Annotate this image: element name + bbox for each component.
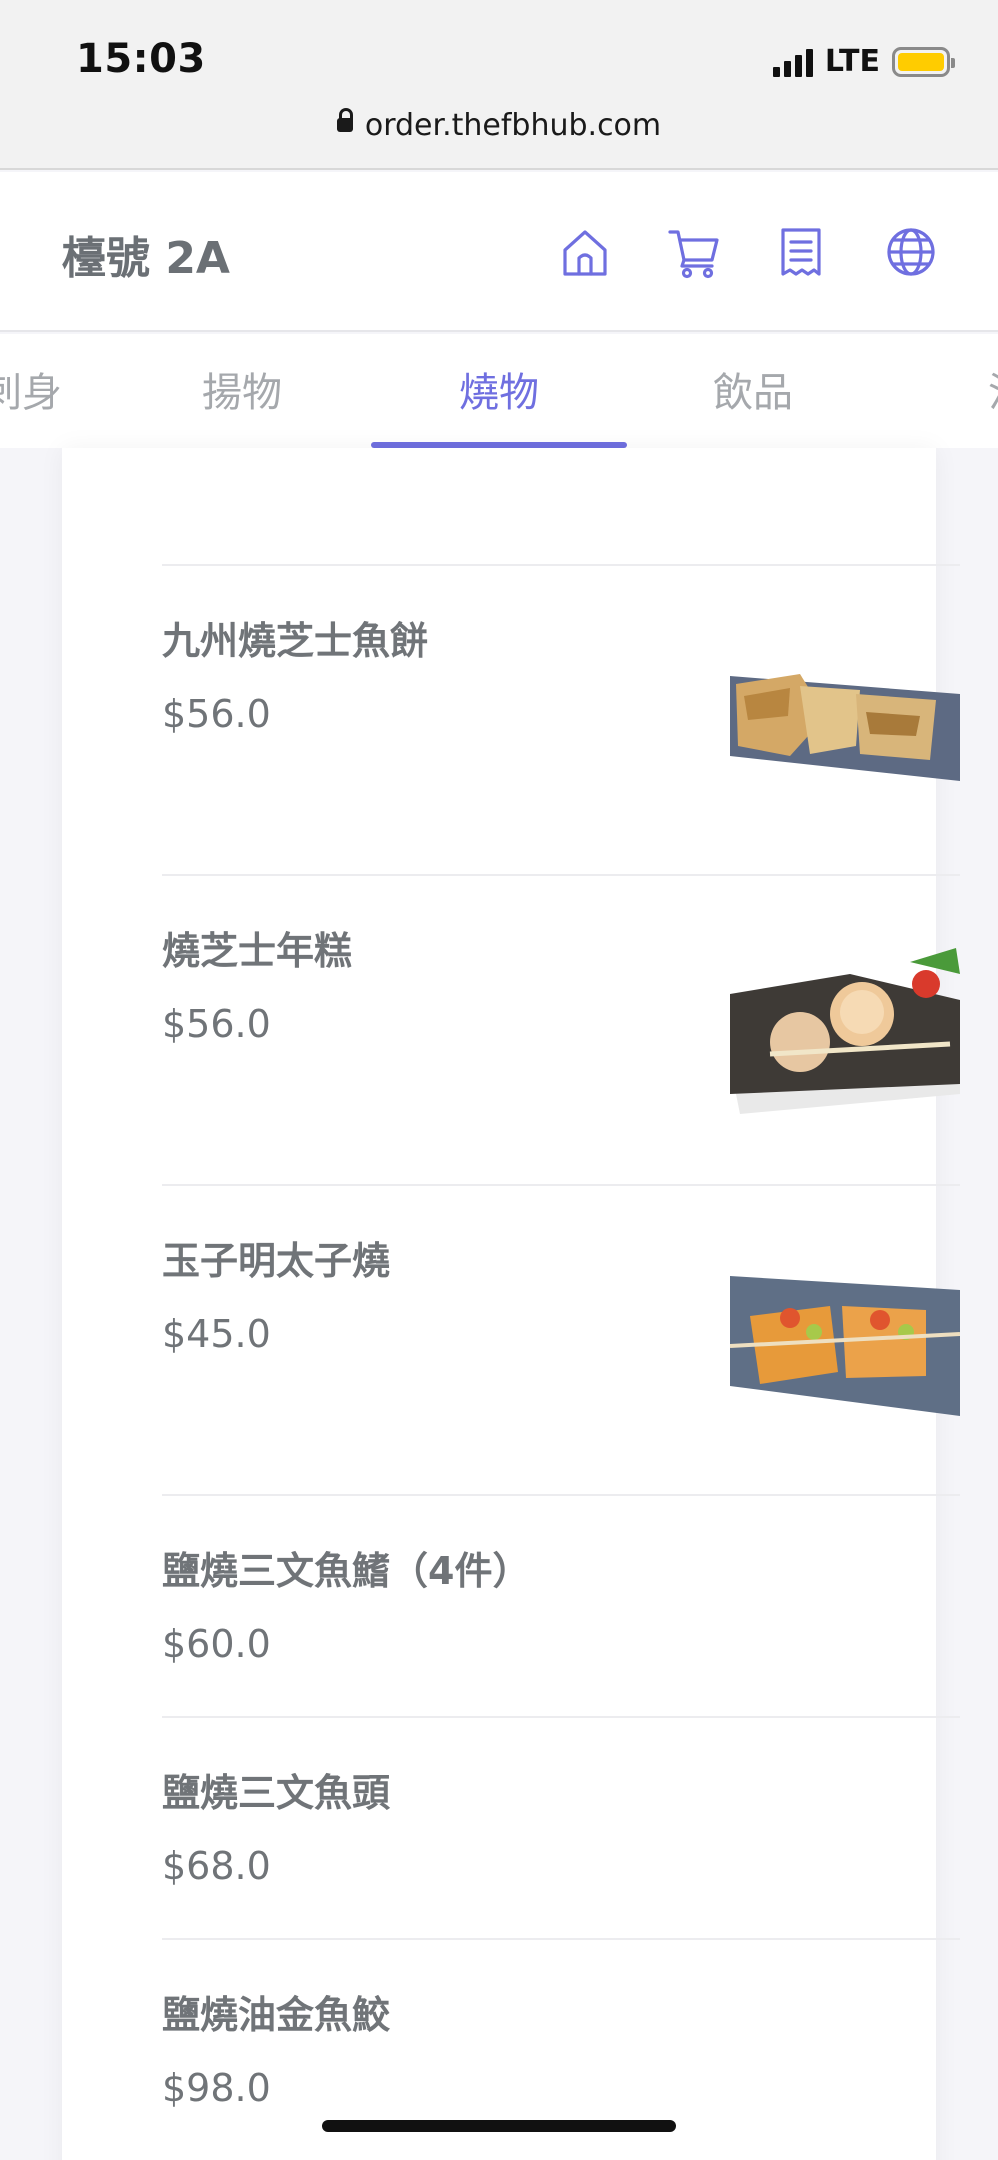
receipt-icon[interactable] (773, 224, 829, 280)
menu-item-name: 鹽燒三文魚鰭（4件） (162, 1549, 531, 1593)
menu-item-name: 玉子明太子燒 (162, 1239, 391, 1283)
menu-item-image (730, 656, 960, 806)
home-indicator[interactable] (322, 2120, 676, 2132)
menu-item-image-partial (730, 448, 960, 488)
menu-item-price: $68.0 (162, 1844, 271, 1888)
menu-item[interactable]: 九州燒芝士魚餅 $56.0 (162, 564, 960, 874)
url-bar[interactable]: order.thefbhub.com (0, 107, 998, 143)
lock-icon (336, 107, 353, 132)
browser-top-bar: 15:03 LTE order.thefbhub.com (0, 0, 998, 170)
status-time: 15:03 (76, 36, 206, 82)
menu-item[interactable]: 鹽燒三文魚鰭（4件） $60.0 (162, 1494, 960, 1716)
tab-next[interactable]: 汁 (988, 360, 998, 418)
network-type: LTE (824, 44, 880, 79)
home-icon[interactable] (557, 224, 613, 280)
menu-item-price: $56.0 (162, 692, 271, 736)
menu-item[interactable]: 鹽燒三文魚頭 $68.0 (162, 1716, 960, 1938)
menu-item[interactable]: 燒芝士年糕 $56.0 (162, 874, 960, 1184)
menu-item[interactable]: 玉子明太子燒 $45.0 (162, 1184, 960, 1494)
app-header: 檯號 2A (0, 172, 998, 332)
battery-icon (892, 46, 955, 77)
tab-grilled[interactable]: 燒物 (459, 360, 539, 418)
category-tabs: 刺身 揚物 燒物 飲品 汁 (0, 334, 998, 448)
signal-icon (772, 47, 813, 77)
url-text: order.thefbhub.com (364, 108, 662, 143)
menu-item-image (730, 1276, 960, 1426)
menu-item-image (730, 944, 960, 1124)
menu-item-name: 鹽燒油金魚鮫 (162, 1993, 391, 2037)
table-number: 檯號 2A (62, 233, 230, 284)
menu-item-price: $45.0 (162, 1312, 271, 1356)
cart-icon[interactable] (666, 224, 722, 280)
tab-sashimi[interactable]: 刺身 (0, 360, 62, 418)
tab-fried[interactable]: 揚物 (202, 360, 282, 418)
menu-item-price: $56.0 (162, 1002, 271, 1046)
globe-icon[interactable] (883, 224, 939, 280)
menu-item-name: 九州燒芝士魚餅 (162, 619, 429, 663)
menu-item-price: $60.0 (162, 1622, 271, 1666)
menu-item-price: $98.0 (162, 2066, 271, 2110)
menu-item-name: 燒芝士年糕 (162, 929, 353, 973)
menu-item-name: 鹽燒三文魚頭 (162, 1771, 391, 1815)
status-indicators: LTE (772, 44, 955, 79)
tab-drinks[interactable]: 飲品 (713, 360, 793, 418)
menu-list: 九州燒芝士魚餅 $56.0 燒芝士年糕 $56.0 玉子明太子燒 $45.0 鹽… (62, 448, 960, 2160)
